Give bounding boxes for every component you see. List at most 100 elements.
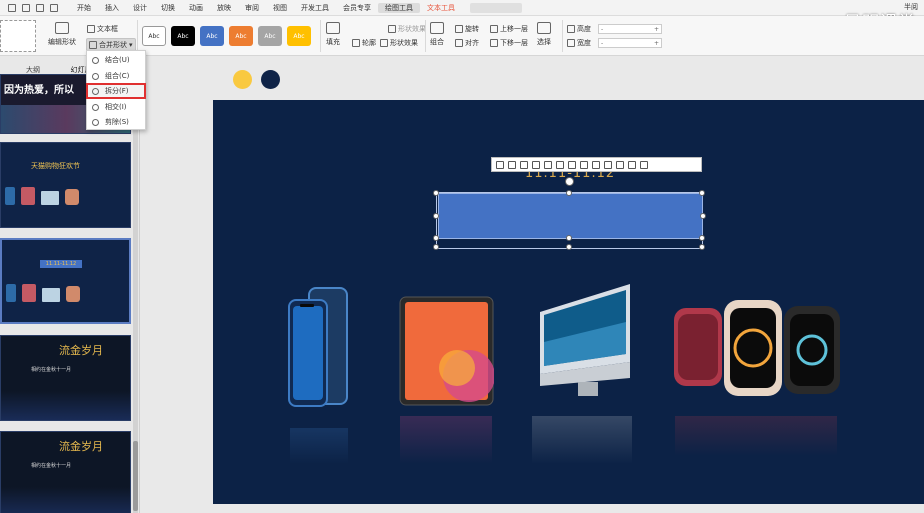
outline-button[interactable]: 轮廓	[352, 38, 376, 48]
resize-handle-outer-bottom-left[interactable]	[433, 244, 439, 250]
bring-forward-button[interactable]: 上移一层	[490, 24, 528, 34]
edit-shape-icon	[55, 22, 69, 34]
ribbon-divider	[137, 20, 138, 52]
ribbon-divider	[320, 20, 321, 52]
ipad-image[interactable]	[399, 296, 494, 406]
subtract-icon	[92, 118, 99, 126]
selection-button[interactable]: 选择	[537, 22, 551, 47]
outline-icon	[352, 39, 360, 47]
panel-scrollbar-thumb[interactable]	[133, 441, 138, 511]
fill-button[interactable]: 填充	[326, 22, 340, 47]
effect-top-button[interactable]: 形状效果	[388, 24, 426, 34]
slide-thumb-title: 因为热爱，所以	[4, 85, 74, 96]
rotate-icon	[455, 25, 463, 33]
align-left-icon[interactable]	[496, 160, 504, 169]
height-input[interactable]: - +	[598, 24, 662, 34]
shape-style-orange[interactable]: Abc	[229, 26, 253, 46]
align-middle-icon[interactable]	[544, 160, 552, 169]
search-box[interactable]	[470, 2, 522, 13]
resize-handle-outer-bottom[interactable]	[566, 244, 572, 250]
resize-handle-left[interactable]	[433, 213, 439, 219]
more-icon[interactable]	[640, 160, 648, 169]
resize-handle-bottom-left[interactable]	[433, 235, 439, 241]
align-right-icon[interactable]	[520, 160, 528, 169]
slide-thumb-4[interactable]: 流金岁月 相约在金秋十一月	[0, 335, 131, 421]
group-button[interactable]: 组合	[430, 22, 444, 47]
navy-color-dot[interactable]	[261, 70, 280, 89]
effect-icon	[388, 25, 396, 33]
width-input[interactable]: - +	[598, 38, 662, 48]
shape-style-white[interactable]: Abc	[142, 26, 166, 46]
imac-image[interactable]	[530, 282, 635, 400]
iphone-image[interactable]	[287, 286, 351, 408]
fragment-icon	[92, 87, 99, 95]
shape-gallery[interactable]	[0, 20, 36, 52]
resize-handle-right[interactable]	[700, 213, 706, 219]
menu-developer[interactable]: 开发工具	[294, 3, 336, 13]
menu-slideshow[interactable]: 放映	[210, 3, 238, 13]
distribute-horizontal-icon[interactable]	[568, 160, 576, 169]
align-button[interactable]: 对齐	[455, 38, 479, 48]
resize-handle-top[interactable]	[566, 190, 572, 196]
text-box-icon	[87, 25, 95, 33]
menu-member[interactable]: 会员专享	[336, 3, 378, 13]
menu-drawing-tools[interactable]: 绘图工具	[378, 2, 420, 13]
resize-handle-bottom-right[interactable]	[699, 235, 705, 241]
merge-shapes-icon	[89, 41, 97, 49]
ribbon-divider	[562, 20, 563, 52]
rotate-handle[interactable]	[565, 177, 574, 186]
menu-insert[interactable]: 插入	[98, 3, 126, 13]
apple-watch-image[interactable]	[672, 298, 842, 400]
menu-review[interactable]: 审阅	[238, 3, 266, 13]
shape-style-black[interactable]: Abc	[171, 26, 195, 46]
menu-bar: 开始 插入 设计 切换 动画 放映 审阅 视图 开发工具 会员专享 绘图工具 文…	[0, 0, 924, 16]
merge-shapes-dropdown: 结合(U) 组合(C) 拆分(F) 相交(I) 剪除(S)	[86, 50, 146, 130]
send-backward-button[interactable]: 下移一层	[490, 38, 528, 48]
resize-handle-outer-bottom-right[interactable]	[699, 244, 705, 250]
slide-thumb-2[interactable]: 天猫购物狂欢节	[0, 142, 131, 228]
shape-style-gray[interactable]: Abc	[258, 26, 282, 46]
shape-style-blue[interactable]: Abc	[200, 26, 224, 46]
menu-view[interactable]: 视图	[266, 3, 294, 13]
menu-item-intersect[interactable]: 相交(I)	[87, 100, 145, 114]
shape-effect-button[interactable]: 形状效果	[380, 38, 418, 48]
text-box-button[interactable]: 文本框	[87, 24, 118, 34]
yellow-color-dot[interactable]	[233, 70, 252, 89]
quick-access-toolbar	[0, 3, 58, 12]
menu-item-union[interactable]: 结合(U)	[87, 53, 145, 67]
menu-design[interactable]: 设计	[126, 3, 154, 13]
menu-item-fragment[interactable]: 拆分(F)	[86, 83, 146, 99]
equal-height-icon[interactable]	[604, 160, 612, 169]
resize-handle-top-left[interactable]	[433, 190, 439, 196]
menu-text-tools[interactable]: 文本工具	[420, 3, 462, 13]
shape-style-gold[interactable]: Abc	[287, 26, 311, 46]
menu-home[interactable]: 开始	[70, 3, 98, 13]
edit-shape-button[interactable]: 编辑形状	[48, 22, 76, 47]
align-center-icon[interactable]	[508, 160, 516, 169]
menu-item-subtract[interactable]: 剪除(S)	[87, 115, 145, 129]
width-icon	[567, 39, 575, 47]
menu-item-combine[interactable]: 组合(C)	[87, 69, 145, 83]
print-icon[interactable]	[22, 3, 30, 12]
menu-transition[interactable]: 切换	[154, 3, 182, 13]
distribute-vertical-icon[interactable]	[580, 160, 588, 169]
undo-icon[interactable]	[36, 3, 44, 12]
intersect-icon	[92, 103, 99, 111]
lock-icon[interactable]	[628, 160, 636, 169]
save-icon[interactable]	[8, 3, 16, 12]
device-row	[6, 280, 129, 302]
equal-width-icon[interactable]	[592, 160, 600, 169]
redo-icon[interactable]	[50, 3, 58, 12]
selected-blue-rectangle[interactable]	[438, 193, 703, 239]
align-bottom-icon[interactable]	[556, 160, 564, 169]
menu-animation[interactable]: 动画	[182, 3, 210, 13]
align-top-icon[interactable]	[532, 160, 540, 169]
resize-handle-top-right[interactable]	[699, 190, 705, 196]
rotate-button[interactable]: 旋转	[455, 24, 479, 34]
resize-handle-bottom[interactable]	[566, 235, 572, 241]
slide-thumb-5[interactable]: 流金岁月 相约在金秋十一月	[0, 431, 131, 513]
equal-size-icon[interactable]	[616, 160, 624, 169]
group-icon	[430, 22, 444, 34]
slide-thumb-3[interactable]: 11.11-11.12	[0, 238, 131, 324]
selection-icon	[537, 22, 551, 34]
